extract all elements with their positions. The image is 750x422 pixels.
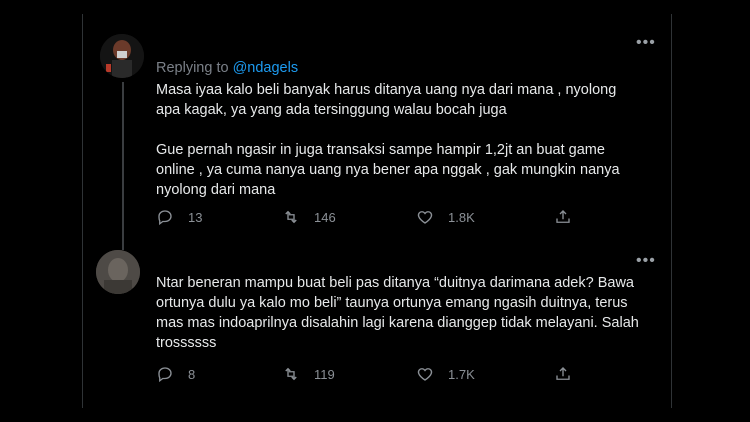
tweet-text: Masa iyaa kalo beli banyak harus ditanya… [156,82,620,198]
reply-icon [158,210,172,226]
retweet-count: 146 [314,209,336,225]
retweet-count: 119 [314,366,335,382]
like-button[interactable]: 1.7K [416,365,475,383]
like-count: 1.8K [448,209,475,225]
share-button[interactable] [554,208,572,226]
retweet-button[interactable]: 119 [282,365,335,383]
avatar[interactable] [100,34,144,78]
like-count: 1.7K [448,366,475,382]
reply-button[interactable]: 8 [156,365,195,383]
reply-count: 8 [188,366,196,382]
more-icon[interactable]: ••• [636,34,656,52]
tweet-actions: 13 146 1.8K [156,208,586,228]
share-icon [556,210,570,223]
tweet-actions: 8 119 1.7K [156,365,586,385]
more-icon[interactable]: ••• [636,252,656,270]
retweet-button[interactable]: 146 [282,208,336,226]
reply-prefix: Replying to [156,60,233,76]
like-button[interactable]: 1.8K [416,208,475,226]
tweet-text: Ntar beneran mampu buat beli pas ditanya… [156,275,639,351]
thread-connector [122,82,124,250]
replying-to: Replying to @ndagels [156,60,298,76]
retweet-icon [285,210,297,224]
reply-handle-link[interactable]: @ndagels [233,60,299,76]
avatar[interactable] [96,250,140,294]
share-button[interactable] [554,365,572,383]
share-icon [556,367,570,380]
reply-button[interactable]: 13 [156,208,202,226]
retweet-icon [285,367,297,381]
heart-icon [417,368,433,381]
reply-icon [158,367,172,383]
heart-icon [417,211,433,224]
reply-count: 13 [188,209,203,225]
